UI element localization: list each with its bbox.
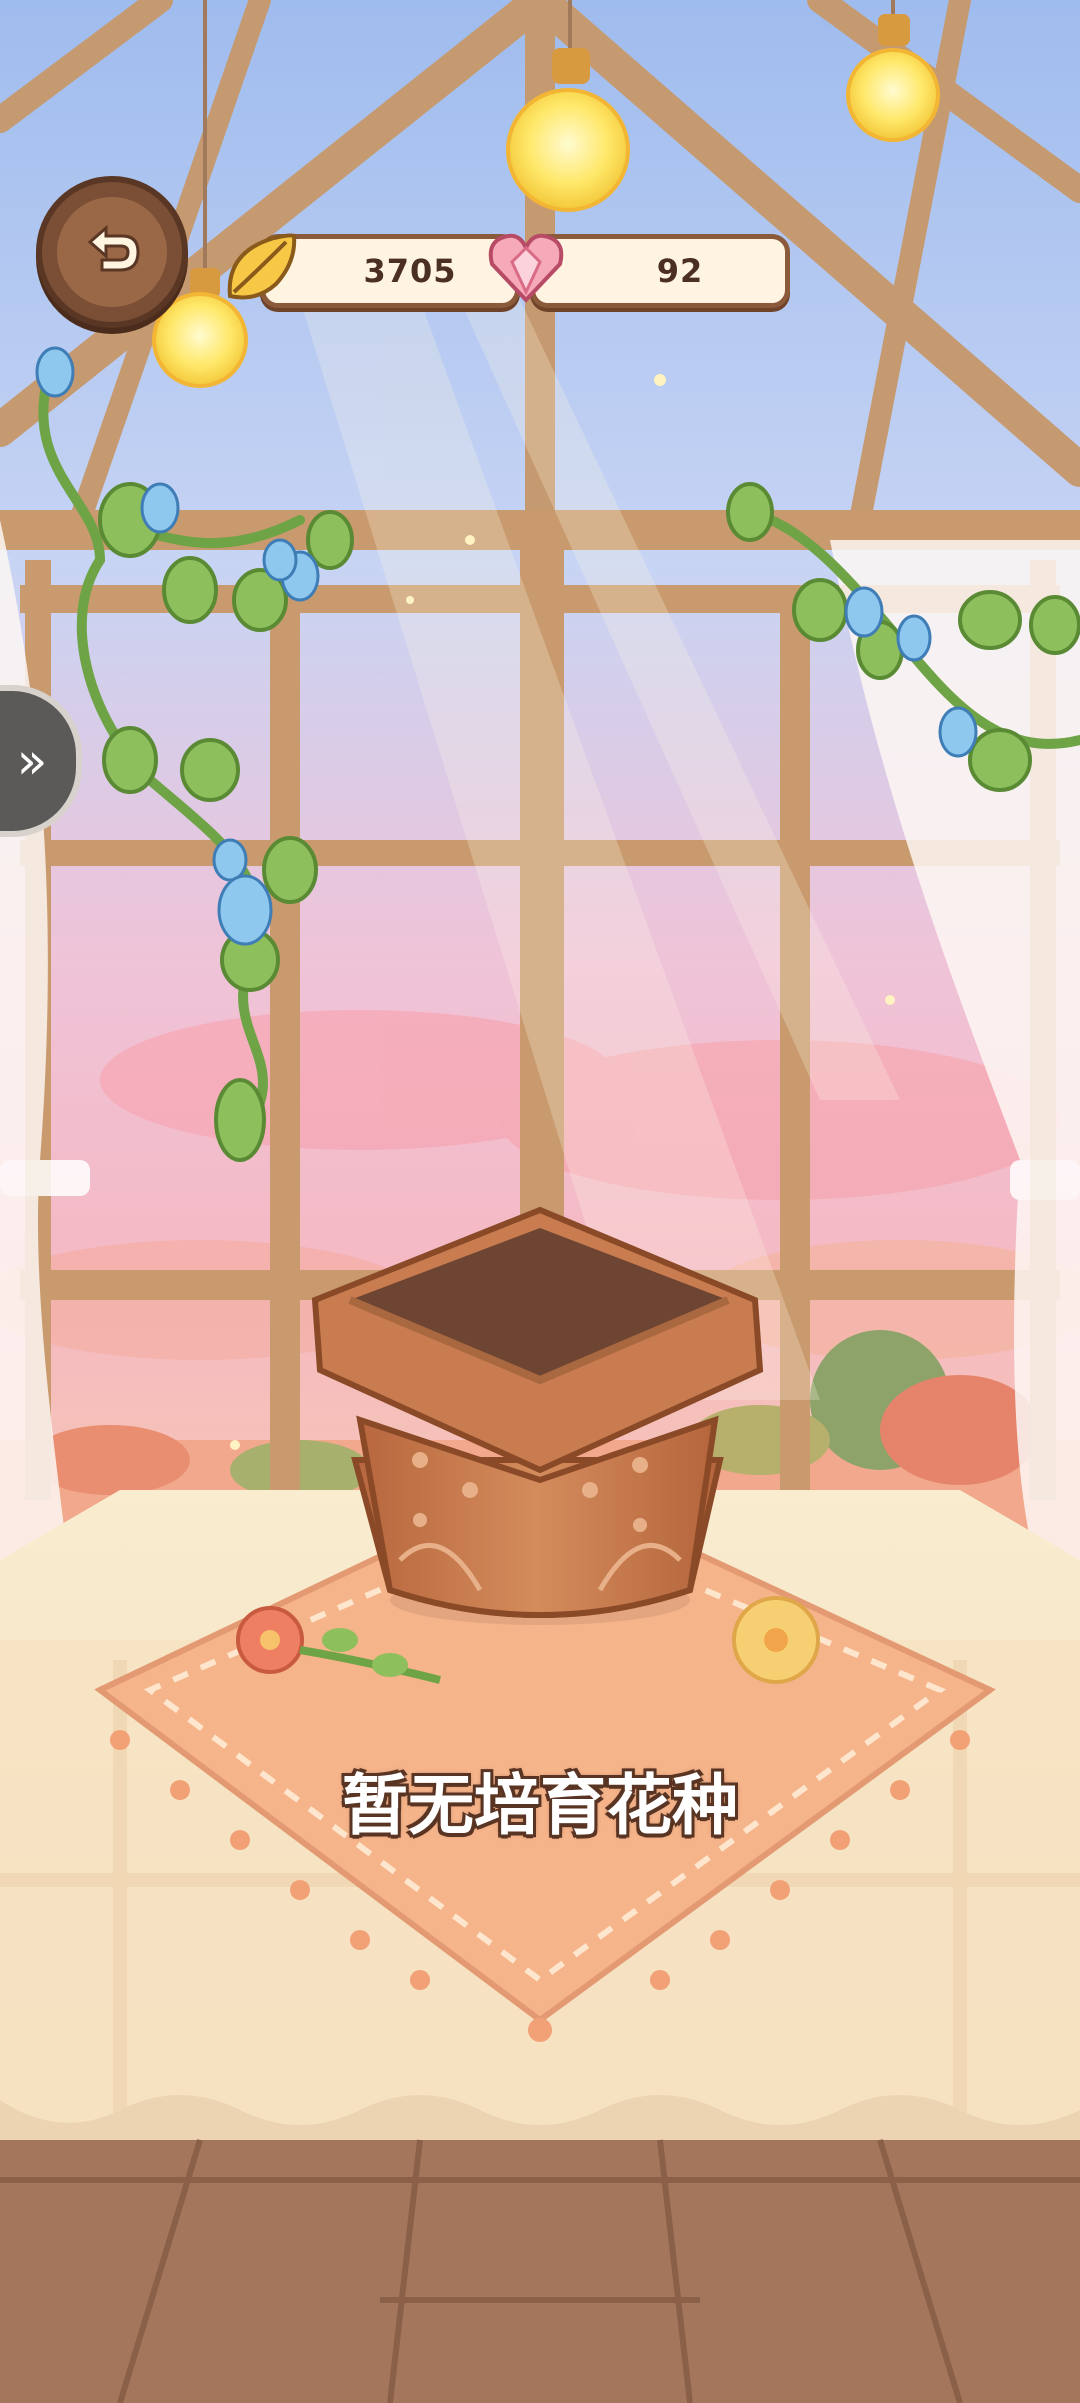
double-chevron-right-icon: » xyxy=(16,732,48,790)
golden-leaf-icon xyxy=(216,222,304,310)
undo-arrow-icon xyxy=(57,197,167,307)
mat-flower-yellow xyxy=(732,1596,820,1684)
heart-currency-value: 92 xyxy=(656,252,704,290)
no-flower-status: 暂无培育花种 xyxy=(342,1767,738,1844)
crystal-heart-icon xyxy=(482,222,570,310)
back-button[interactable] xyxy=(36,176,188,328)
greenhouse-scene xyxy=(0,0,1080,2403)
floor xyxy=(0,2139,1080,2403)
